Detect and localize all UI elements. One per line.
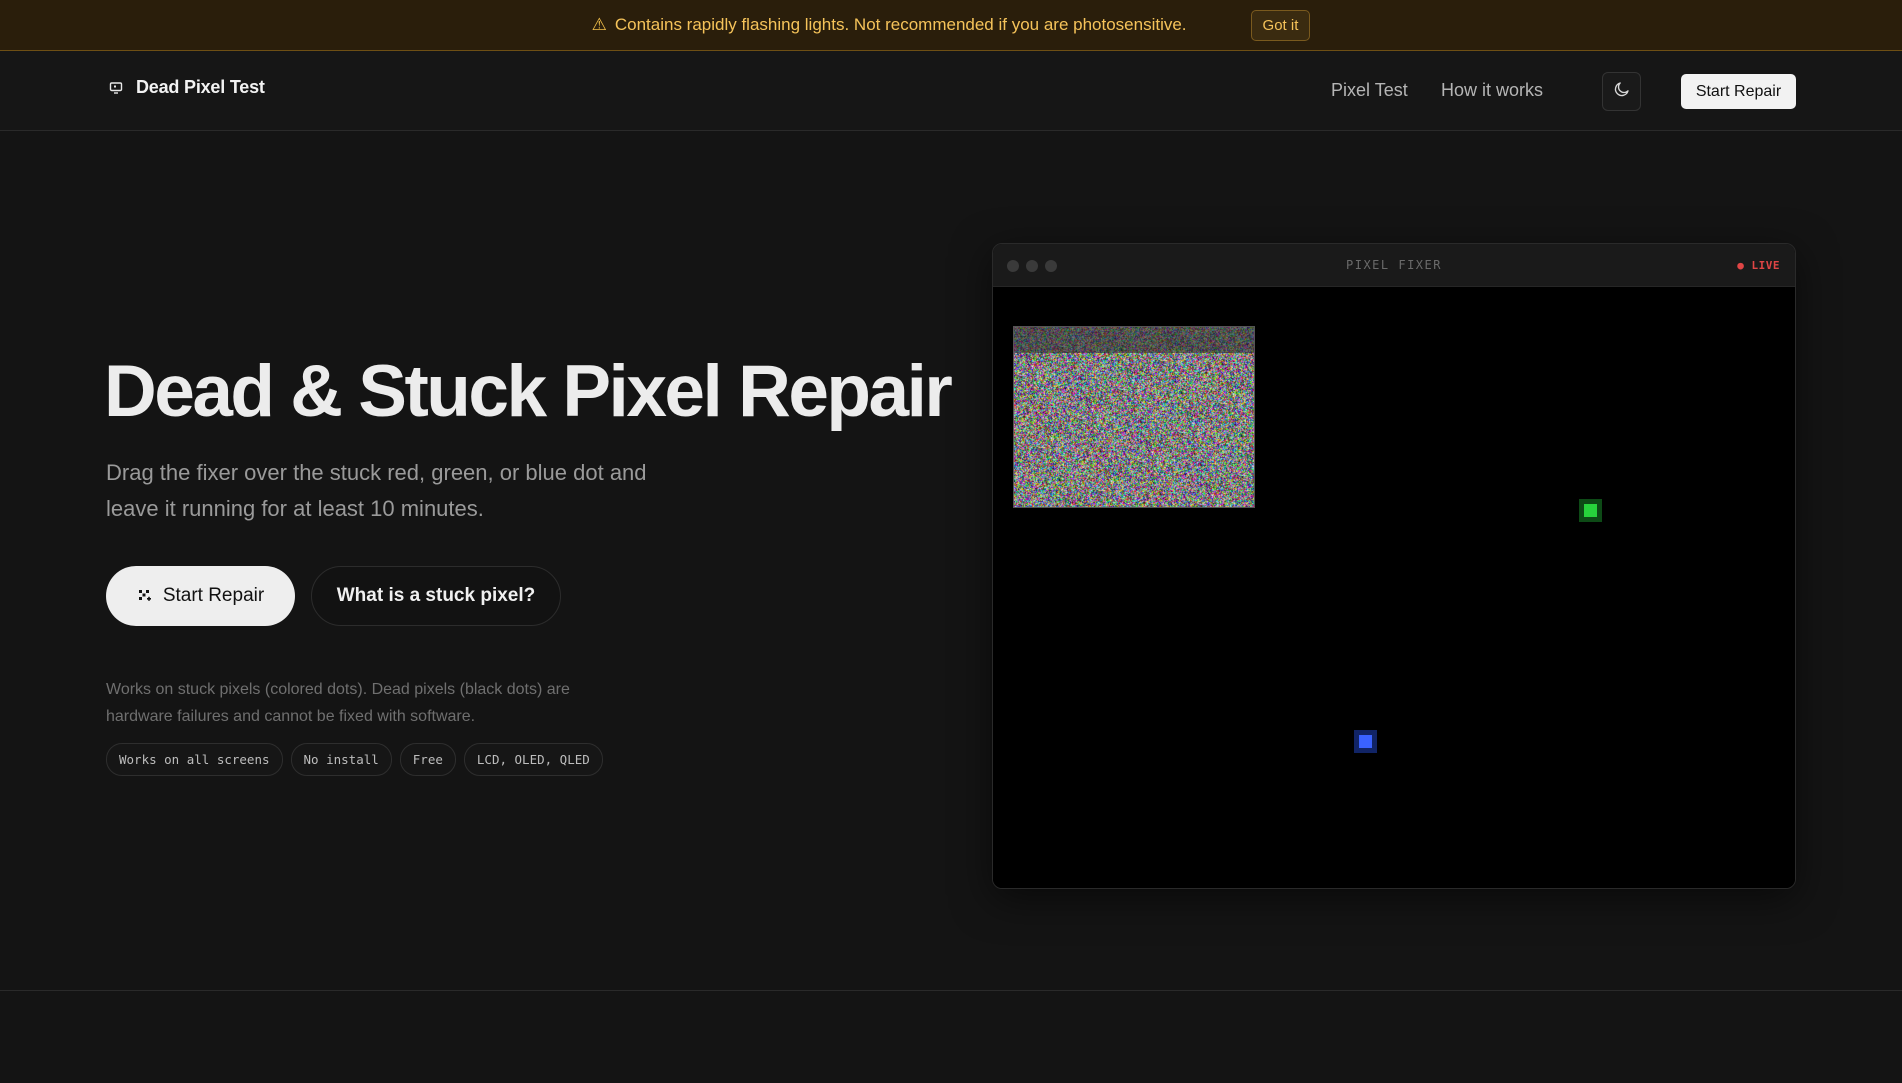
photosensitivity-banner: ⚠ Contains rapidly flashing lights. Not … bbox=[0, 0, 1902, 51]
sparkle-pixels-icon bbox=[137, 588, 153, 604]
warning-triangle-icon: ⚠ bbox=[591, 15, 607, 34]
moon-icon bbox=[1613, 80, 1631, 103]
stuck-pixel-blue bbox=[1354, 730, 1377, 753]
page-title: Dead & Stuck Pixel Repair bbox=[104, 351, 953, 432]
top-nav: Dead Pixel Test Pixel Test How it works … bbox=[0, 51, 1902, 131]
chip-all-screens: Works on all screens bbox=[106, 743, 283, 776]
nav-link-how-it-works[interactable]: How it works bbox=[1441, 80, 1543, 101]
what-is-stuck-pixel-button[interactable]: What is a stuck pixel? bbox=[311, 566, 561, 626]
brand-name: Dead Pixel Test bbox=[136, 77, 265, 97]
nav-start-repair-button[interactable]: Start Repair bbox=[1681, 74, 1796, 109]
section-divider bbox=[0, 990, 1902, 991]
dismiss-banner-button[interactable]: Got it bbox=[1250, 9, 1311, 41]
draggable-fixer[interactable] bbox=[1013, 326, 1255, 508]
chip-display-types: LCD, OLED, QLED bbox=[463, 743, 603, 776]
chip-free: Free bbox=[399, 743, 456, 776]
fixer-title-bar: PIXEL FIXER ● LIVE bbox=[993, 244, 1795, 287]
fixer-drag-handle[interactable] bbox=[1014, 327, 1254, 353]
monitor-icon bbox=[106, 78, 126, 98]
disclaimer-note: Works on stuck pixels (colored dots). De… bbox=[106, 681, 570, 725]
stuck-pixel-green bbox=[1579, 499, 1602, 522]
banner-message: Contains rapidly flashing lights. Not re… bbox=[614, 15, 1187, 34]
start-repair-button[interactable]: Start Repair bbox=[106, 566, 295, 626]
fixer-title: PIXEL FIXER bbox=[1346, 258, 1442, 272]
live-badge: ● LIVE bbox=[1737, 259, 1780, 272]
start-repair-label: Start Repair bbox=[162, 585, 265, 606]
brand-link[interactable]: Dead Pixel Test bbox=[106, 77, 265, 98]
nav-link-pixel-test[interactable]: Pixel Test bbox=[1331, 80, 1408, 101]
feature-chips: Works on all screens No install Free LCD… bbox=[106, 743, 603, 776]
hero-subtitle: Drag the fixer over the stuck red, green… bbox=[106, 460, 647, 521]
chip-no-install: No install bbox=[290, 743, 392, 776]
flashing-noise-canvas bbox=[1014, 327, 1254, 507]
theme-toggle-button[interactable] bbox=[1602, 72, 1641, 111]
